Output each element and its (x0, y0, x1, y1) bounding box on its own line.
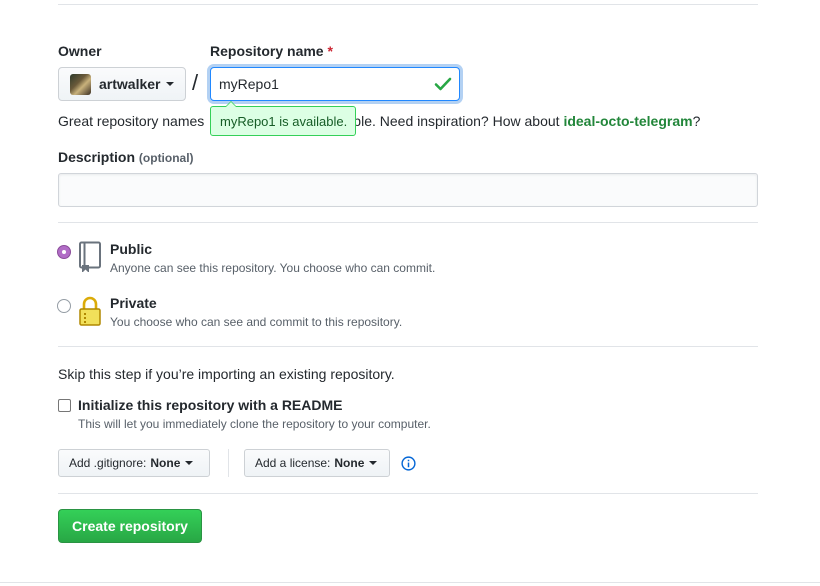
repo-name-label-text: Repository name (210, 43, 324, 59)
check-icon (434, 77, 452, 91)
private-note: You choose who can see and commit to thi… (110, 315, 403, 329)
license-select-button[interactable]: Add a license: None (244, 449, 390, 477)
create-repository-button[interactable]: Create repository (58, 509, 202, 543)
readme-note: This will let you immediately clone the … (78, 417, 431, 431)
avatar (70, 73, 91, 95)
repo-name-hint: Great repository names ble. Need inspirat… (58, 113, 700, 129)
availability-tooltip: myRepo1 is available. (210, 101, 356, 136)
owner-dropdown-button[interactable]: artwalker (58, 67, 186, 101)
readme-label[interactable]: Initialize this repository with a README (78, 397, 342, 413)
lock-icon (79, 296, 101, 326)
owner-repo-separator: / (192, 70, 199, 95)
description-label: Description (optional) (58, 149, 194, 165)
gitignore-select-button[interactable]: Add .gitignore: None (58, 449, 210, 477)
license-value: None (334, 456, 365, 470)
skip-step-text: Skip this step if you’re importing an ex… (58, 366, 395, 382)
gitignore-label: Add .gitignore: (69, 456, 147, 470)
repo-name-label: Repository name * (210, 43, 333, 59)
divider (58, 493, 758, 494)
readme-checkbox[interactable] (58, 399, 71, 412)
private-radio[interactable] (57, 299, 71, 313)
repo-book-icon (79, 241, 101, 272)
info-icon[interactable] (401, 456, 416, 471)
public-title: Public (110, 241, 153, 257)
chevron-down-icon (185, 461, 194, 465)
top-divider (58, 4, 758, 5)
bottom-divider (0, 582, 820, 583)
availability-tooltip-text: myRepo1 is available. (220, 113, 348, 129)
divider (58, 346, 758, 347)
private-title: Private (110, 295, 157, 311)
license-label: Add a license: (255, 456, 331, 470)
suggested-repo-name-link[interactable]: ideal-octo-telegram (563, 113, 692, 129)
required-mark: * (327, 43, 333, 59)
chevron-down-icon (369, 461, 378, 465)
optional-tag: (optional) (138, 151, 194, 165)
divider (58, 222, 758, 223)
owner-label: Owner (58, 43, 102, 59)
owner-name: artwalker (99, 76, 161, 92)
description-input[interactable] (58, 173, 758, 207)
public-note: Anyone can see this repository. You choo… (110, 261, 436, 275)
options-separator (228, 449, 229, 477)
repo-name-input[interactable] (210, 67, 460, 101)
chevron-down-icon (166, 82, 175, 86)
hint-prefix: Great repository names (58, 113, 205, 129)
gitignore-value: None (150, 456, 181, 470)
description-label-text: Description (58, 149, 136, 165)
public-radio[interactable] (57, 245, 71, 259)
hint-suffix: ? (692, 113, 701, 129)
hint-middle: ble. Need inspiration? How about (353, 113, 560, 129)
